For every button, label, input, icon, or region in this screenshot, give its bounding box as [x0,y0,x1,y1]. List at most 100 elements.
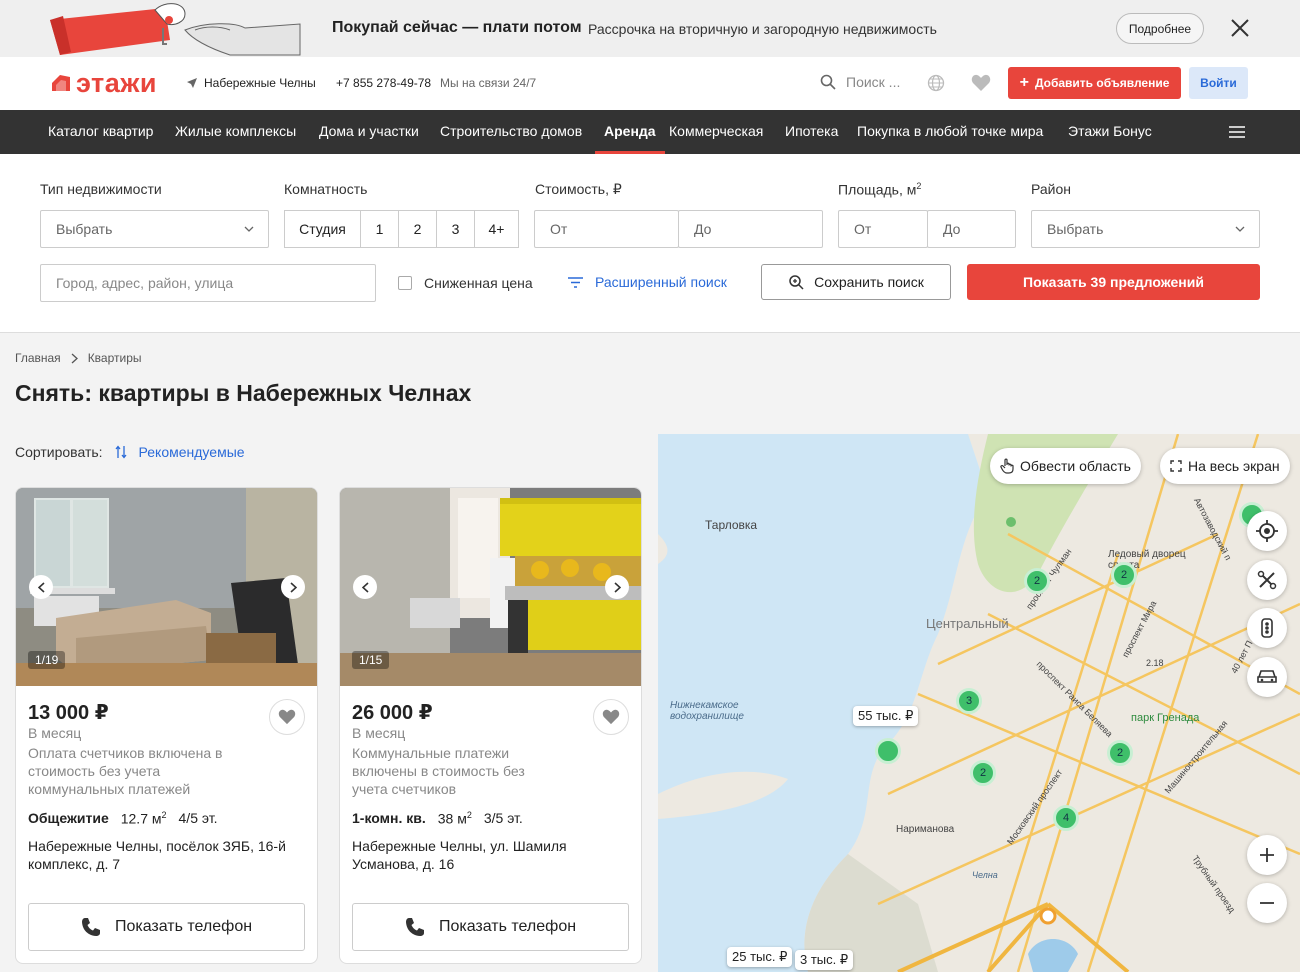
map-cluster[interactable]: 2 [1107,740,1133,766]
breadcrumb-apartments[interactable]: Квартиры [88,351,142,365]
map-view[interactable]: Тарловка Центральный Нижнекамское водохр… [658,434,1300,972]
header-search-placeholder: Поиск ... [846,74,901,90]
property-area: 38 м2 [437,810,472,827]
location-arrow-icon [187,78,197,88]
room-option-1[interactable]: 1 [361,210,399,248]
header-search[interactable]: Поиск ... [820,74,900,90]
nav-item-complexes[interactable]: Жилые комплексы [175,110,296,154]
map-price-pin[interactable]: 55 тыс. ₽ [853,706,919,726]
search-filters: Тип недвижимости Выбрать Комнатность Сту… [0,154,1300,333]
photo-counter: 1/19 [28,651,66,669]
next-photo-button[interactable] [605,575,629,599]
prev-photo-button[interactable] [29,575,53,599]
area-label: Площадь, м2 [838,181,922,198]
nav-item-construction[interactable]: Строительство домов [440,110,582,154]
listing-price: 13 000 ₽ [28,702,109,724]
menu-icon[interactable] [1229,126,1245,138]
chevron-right-icon [71,353,78,363]
map-label: Нижнекамское водохранилище [670,700,744,722]
map-cluster[interactable]: 3 [956,688,982,714]
phone-icon [405,918,424,936]
fullscreen-icon [1170,460,1182,472]
login-button[interactable]: Войти [1189,67,1248,99]
property-floor: 3/5 эт. [483,810,523,826]
price-from-input[interactable]: От [534,210,679,248]
zoom-in-button[interactable] [1247,835,1287,875]
listing-card[interactable]: 1/15 26 000 ₽ В месяц Коммунальные плате… [339,487,642,964]
search-icon [820,74,836,90]
type-label: Тип недвижимости [40,181,162,197]
property-type: Общежитие [28,810,109,826]
save-search-button[interactable]: Сохранить поиск [761,264,951,300]
globe-icon[interactable] [927,74,945,92]
draw-area-button[interactable]: Обвести область [990,448,1141,484]
zoom-out-button[interactable] [1247,883,1287,923]
price-period: В месяц [352,725,406,741]
nav-item-houses[interactable]: Дома и участки [319,110,419,154]
price-note: Оплата счетчиков включена в стоимость бе… [28,745,223,797]
nav-item-worldwide[interactable]: Покупка в любой точке мира [857,110,1043,154]
nav-item-mortgage[interactable]: Ипотека [785,110,838,154]
nav-item-catalog[interactable]: Каталог квартир [48,110,153,154]
listing-card[interactable]: 1/19 13 000 ₽ В месяц Оплата счетчиков в… [15,487,318,964]
routes-button[interactable] [1247,657,1287,697]
next-photo-button[interactable] [281,575,305,599]
site-header: этажи Набережные Челны +7 855 278-49-78 … [0,57,1300,110]
map-price-pin[interactable]: 3 тыс. ₽ [795,950,854,970]
header-phone[interactable]: +7 855 278-49-78 [336,76,431,90]
promo-more-button[interactable]: Подробнее [1116,13,1204,44]
favorite-button[interactable] [593,699,629,735]
map-cluster[interactable]: 2 [970,760,996,786]
district-label: Район [1031,181,1071,197]
add-listing-button[interactable]: + Добавить объявление [1008,67,1181,99]
room-option-2[interactable]: 2 [399,210,437,248]
breadcrumb-home[interactable]: Главная [15,351,61,365]
show-results-button[interactable]: Показать 39 предложений [967,264,1260,300]
property-floor: 4/5 эт. [178,810,218,826]
fullscreen-button[interactable]: На весь экран [1160,448,1290,484]
close-icon[interactable] [1228,16,1252,40]
reduced-price-checkbox[interactable]: Сниженная цена [398,275,533,291]
logo-icon [52,75,70,91]
favorites-heart-icon[interactable] [971,74,991,92]
photo-counter: 1/15 [352,651,390,669]
map-cluster[interactable]: 4 [1053,805,1079,831]
page-title: Снять: квартиры в Набережных Челнах [15,380,472,406]
room-option-studio[interactable]: Студия [284,210,361,248]
map-marker[interactable] [875,738,901,764]
traffic-button[interactable] [1247,608,1287,648]
sort-select[interactable]: Рекомендуемые [115,444,245,460]
property-type: 1-комн. кв. [352,810,426,826]
show-phone-button[interactable]: Показать телефон [352,903,629,951]
advanced-search-link[interactable]: Расширенный поиск [568,274,727,290]
filter-lines-icon [568,276,583,288]
city-name: Набережные Челны [204,76,316,90]
heart-icon [278,709,296,725]
breadcrumb: Главная Квартиры [15,351,142,365]
address-input[interactable]: Город, адрес, район, улица [40,264,376,302]
favorite-button[interactable] [269,699,305,735]
promo-banner[interactable]: Покупай сейчас — плати потом Рассрочка н… [0,0,1300,57]
show-phone-button[interactable]: Показать телефон [28,903,305,951]
nav-item-commercial[interactable]: Коммерческая [669,110,763,154]
area-to-input[interactable]: До [927,210,1016,248]
room-option-4plus[interactable]: 4+ [475,210,519,248]
area-from-input[interactable]: От [838,210,928,248]
map-cluster[interactable]: 2 [1024,568,1050,594]
ruler-button[interactable] [1247,560,1287,600]
room-option-3[interactable]: 3 [437,210,475,248]
sort-control: Сортировать: Рекомендуемые [15,444,245,460]
checkbox[interactable] [398,276,412,290]
district-select[interactable]: Выбрать [1031,210,1260,248]
map-cluster[interactable]: 2 [1111,562,1137,588]
property-area: 12.7 м2 [120,810,167,827]
nav-item-rent[interactable]: Аренда [595,110,665,154]
nav-item-bonus[interactable]: Этажи Бонус [1068,110,1152,154]
logo[interactable]: этажи [50,68,157,98]
map-price-pin[interactable]: 25 тыс. ₽ [727,947,793,967]
price-to-input[interactable]: До [678,210,823,248]
geolocation-button[interactable] [1247,511,1287,551]
city-selector[interactable]: Набережные Челны [186,76,316,90]
type-select[interactable]: Выбрать [40,210,269,248]
prev-photo-button[interactable] [353,575,377,599]
